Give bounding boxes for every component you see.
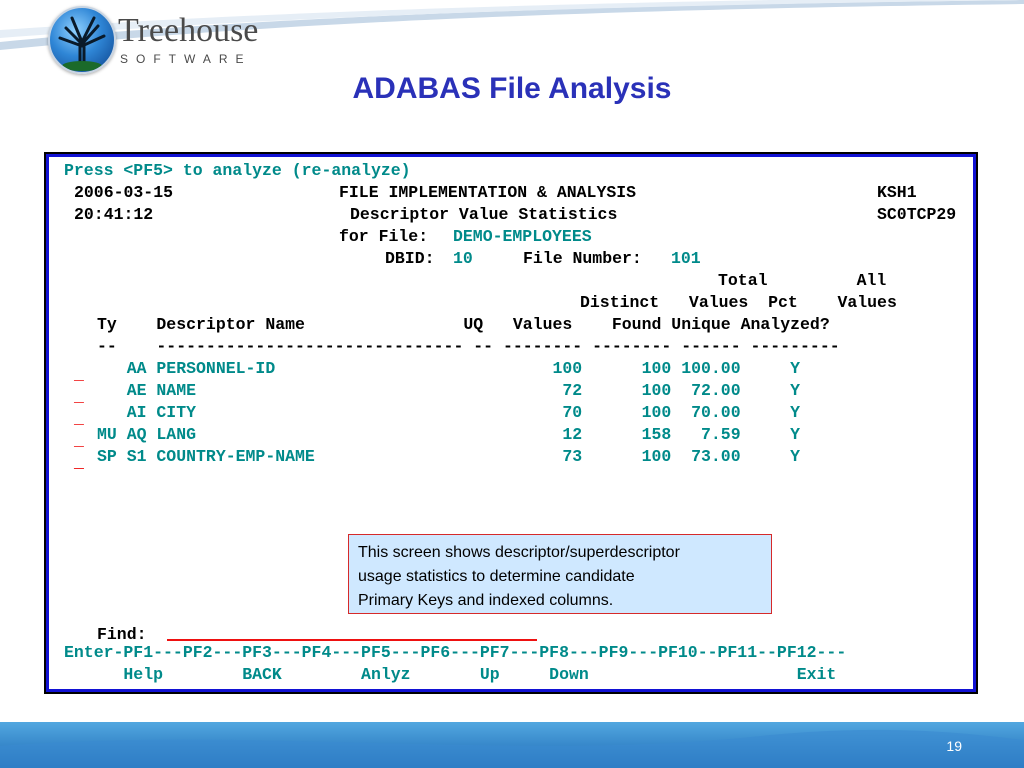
column-header-line1: Total All: [718, 271, 887, 290]
program-id: SC0TCP29: [877, 205, 957, 224]
slide-title: ADABAS File Analysis: [352, 72, 672, 105]
descriptor-row-text: AE NAME 72 100 72.00 Y: [97, 381, 801, 400]
pf-key-labels[interactable]: Help BACK Anlyz Up Down Exit: [64, 664, 836, 686]
file-name: DEMO-EMPLOYEES: [453, 227, 592, 246]
descriptor-row-text: AA PERSONNEL-ID 100 100 100.00 Y: [97, 359, 801, 378]
logo-subtitle: SOFTWARE: [120, 52, 252, 66]
file-number-label: File Number:: [523, 249, 642, 268]
tree-icon: [48, 6, 116, 74]
callout-note: This screen shows descriptor/superdescri…: [348, 534, 772, 614]
footer-bar: 19: [0, 722, 1024, 768]
line-selector[interactable]: _: [74, 364, 84, 386]
callout-line: This screen shows descriptor/superdescri…: [358, 544, 680, 561]
dbid-value: 10: [453, 249, 473, 268]
callout-line: Primary Keys and indexed columns.: [358, 592, 614, 609]
screen-title: FILE IMPLEMENTATION & ANALYSIS: [339, 183, 637, 202]
file-label: for File:: [339, 227, 429, 246]
slide-number: 19: [946, 738, 962, 754]
line-selector[interactable]: _: [74, 386, 84, 408]
user-id: KSH1: [877, 183, 917, 202]
line-selector[interactable]: _: [74, 430, 84, 452]
descriptor-row-text: SP S1 COUNTRY-EMP-NAME 73 100 73.00 Y: [97, 447, 801, 466]
column-separator: -- ------------------------------- -- --…: [97, 337, 840, 356]
pf-key-line: Enter-PF1---PF2---PF3---PF4---PF5---PF6-…: [64, 643, 847, 662]
find-input-underline: [167, 639, 537, 641]
treehouse-logo: Treehouse SOFTWARE: [48, 6, 288, 74]
line-selector[interactable]: _: [74, 452, 84, 474]
footer-wave-decoration: [0, 729, 1024, 768]
time-text: 20:41:12: [74, 205, 154, 224]
callout-line: usage statistics to determine candidate: [358, 568, 635, 585]
column-header-line2: Distinct Values Pct Values: [580, 293, 897, 312]
logo-name: Treehouse: [118, 12, 259, 49]
screen-subtitle: Descriptor Value Statistics: [350, 205, 618, 224]
prompt-line: Press <PF5> to analyze (re-analyze): [64, 161, 411, 180]
dbid-label: DBID:: [385, 249, 435, 268]
file-number-value: 101: [671, 249, 701, 268]
line-selector[interactable]: _: [74, 408, 84, 430]
date-text: 2006-03-15: [74, 183, 174, 202]
descriptor-row-text: AI CITY 70 100 70.00 Y: [97, 403, 801, 422]
column-header-line3: Ty Descriptor Name UQ Values Found Uniqu…: [97, 315, 830, 334]
descriptor-row-text: MU AQ LANG 12 158 7.59 Y: [97, 425, 801, 444]
